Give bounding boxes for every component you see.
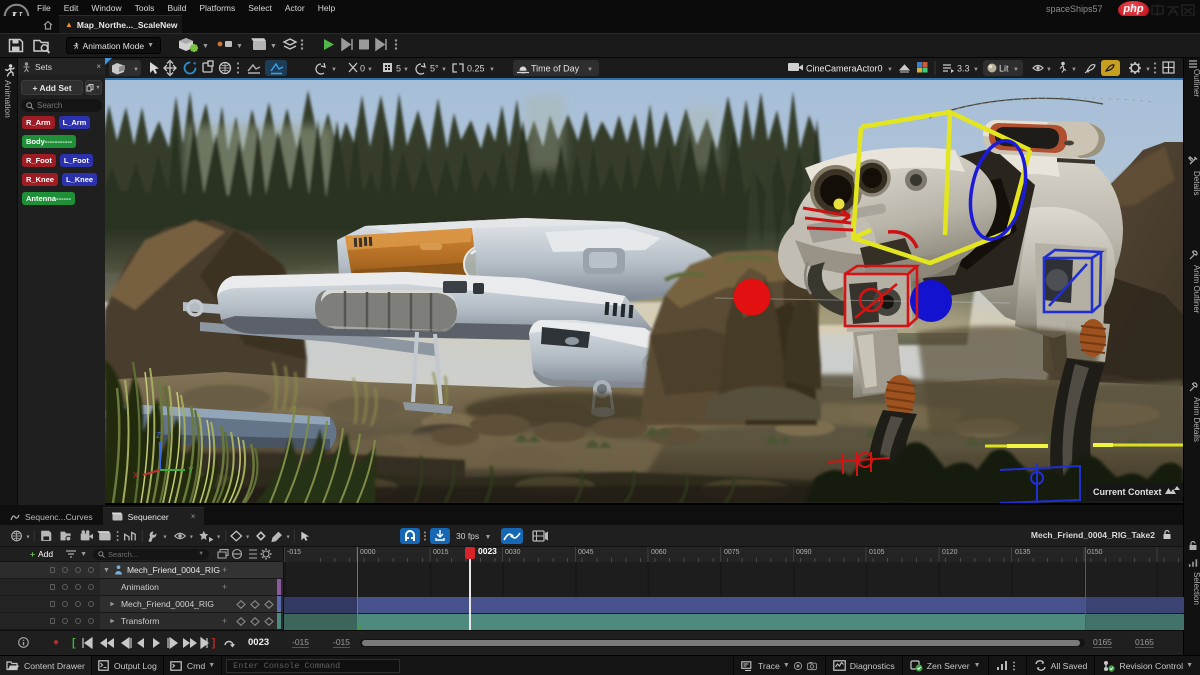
svg-text:▼: ▼: [887, 67, 893, 73]
svg-text:Z: Z: [156, 431, 161, 440]
svg-text:▼: ▼: [489, 67, 495, 73]
svg-text:▼: ▼: [133, 67, 139, 73]
svg-text:Current Context: Current Context: [1093, 487, 1162, 497]
svg-text:▼: ▼: [285, 534, 290, 540]
svg-text:5°: 5°: [430, 64, 439, 74]
svg-text:▼: ▼: [245, 534, 250, 540]
svg-text:▼: ▼: [1145, 67, 1151, 73]
svg-text:▼: ▼: [25, 534, 30, 540]
svg-text:▼: ▼: [1071, 67, 1077, 73]
svg-text:▼: ▼: [973, 67, 979, 73]
svg-text:▼: ▼: [331, 67, 337, 73]
svg-text:Y: Y: [188, 466, 194, 475]
svg-text:▼: ▼: [236, 43, 243, 50]
svg-text:X: X: [133, 471, 139, 480]
svg-text:Lit: Lit: [999, 64, 1009, 74]
svg-text:▼: ▼: [189, 534, 194, 540]
svg-text:5: 5: [396, 64, 401, 74]
svg-text:▼: ▼: [202, 43, 209, 50]
svg-text:▼: ▼: [1046, 67, 1052, 73]
svg-text:0.25: 0.25: [467, 64, 485, 74]
svg-text:▼: ▼: [270, 43, 277, 50]
svg-text:0: 0: [360, 64, 365, 74]
svg-text:▼: ▼: [162, 534, 167, 540]
svg-text:Time of Day: Time of Day: [531, 64, 580, 74]
svg-text:▼: ▼: [403, 67, 409, 73]
svg-text:▼: ▼: [587, 67, 593, 73]
svg-text:▼: ▼: [367, 67, 373, 73]
svg-text:▼: ▼: [216, 534, 221, 540]
svg-text:3.3: 3.3: [957, 64, 970, 74]
svg-text:▼: ▼: [1013, 67, 1019, 73]
svg-text:CineCameraActor0: CineCameraActor0: [806, 64, 883, 74]
svg-text:▼: ▼: [441, 67, 447, 73]
